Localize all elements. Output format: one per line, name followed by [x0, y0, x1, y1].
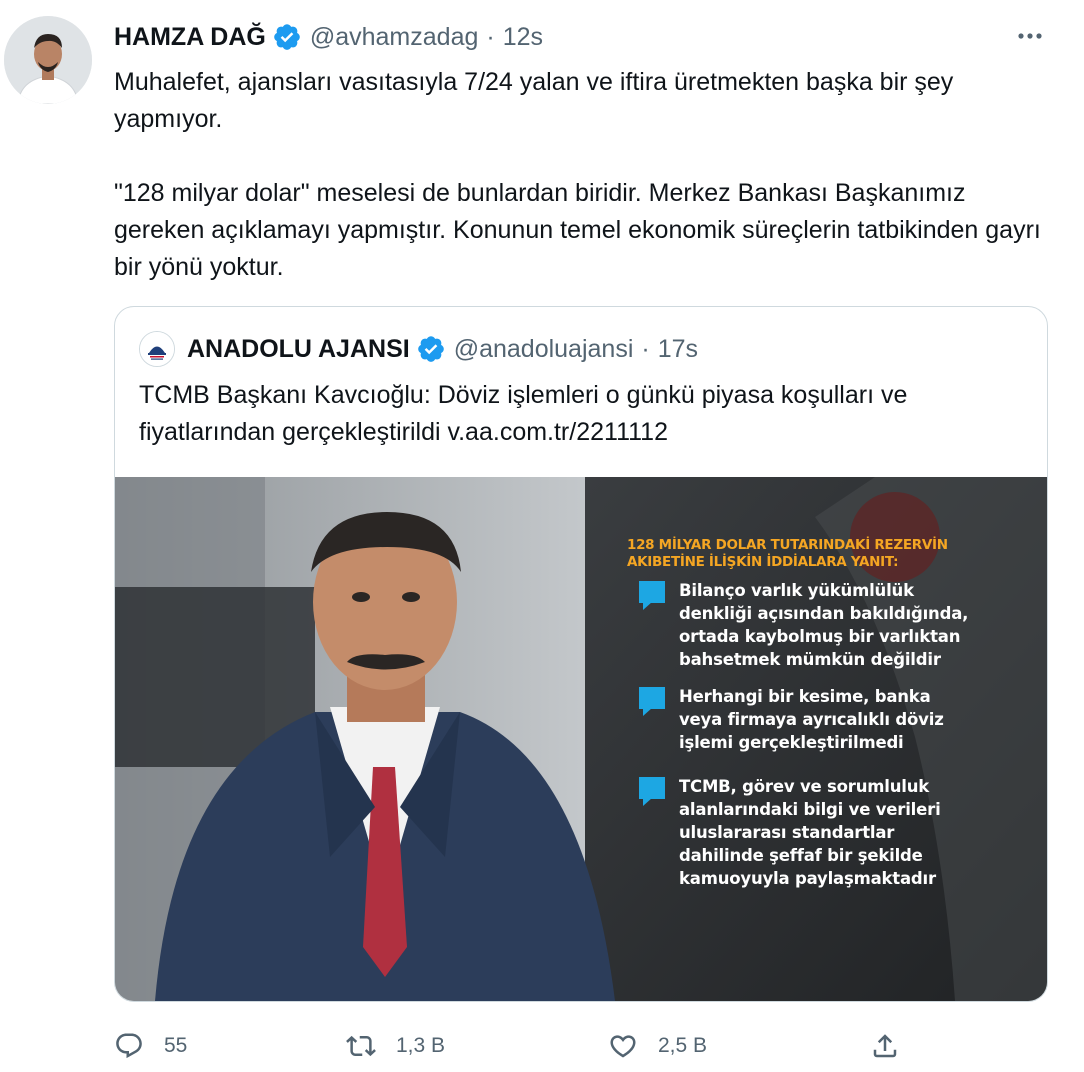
verified-badge-icon — [417, 336, 444, 362]
infographic-item: Bilanço varlık yükümlülük denkliği açısı… — [639, 579, 968, 671]
infographic-item-text: Bilanço varlık yükümlülük denkliği açısı… — [679, 581, 969, 669]
author-name[interactable]: HAMZA DAĞ — [114, 23, 266, 52]
more-icon — [1018, 33, 1042, 39]
infographic-item: Herhangi bir kesime, banka veya firmaya … — [639, 685, 944, 754]
tweet-time[interactable]: 12s — [503, 23, 543, 52]
quoted-tweet-time[interactable]: 17s — [658, 335, 698, 364]
quoted-tweet-text: TCMB Başkanı Kavcıoğlu: Döviz işlemleri … — [139, 381, 915, 446]
retweet-icon — [346, 1035, 376, 1057]
infographic-item-text: Herhangi bir kesime, banka veya firmaya … — [679, 687, 944, 752]
infographic-item: TCMB, görev ve sorumluluk alanlarındaki … — [639, 775, 941, 890]
tweet-text: Muhalefet, ajansları vasıtasıyla 7/24 ya… — [114, 68, 1041, 281]
author-avatar[interactable] — [4, 16, 92, 104]
verified-badge-icon — [274, 24, 300, 50]
speech-bubble-icon — [639, 777, 665, 806]
quoted-author-avatar[interactable] — [139, 331, 175, 367]
retweet-count: 1,3 B — [396, 1034, 446, 1057]
quoted-tweet-header: ANADOLU AJANSI @anadoluajansi · 17s — [139, 329, 698, 369]
infographic-item-text: TCMB, görev ve sorumluluk alanlarındaki … — [679, 777, 941, 888]
anadolu-logo-icon — [140, 332, 174, 366]
reply-icon — [116, 1033, 142, 1059]
avatar-photo — [4, 16, 92, 104]
tweet-actions: 55 1,3 B 2,5 B — [114, 1026, 1054, 1066]
quoted-tweet-image[interactable]: 128 MİLYAR DOLAR TUTARINDAKİ REZERVİN AK… — [115, 477, 1047, 1001]
quoted-author-name[interactable]: ANADOLU AJANSI — [187, 335, 410, 364]
quoted-author-handle[interactable]: @anadoluajansi — [454, 335, 634, 364]
quoted-tweet[interactable]: ANADOLU AJANSI @anadoluajansi · 17s TCMB… — [114, 306, 1048, 1002]
infographic-title: 128 MİLYAR DOLAR TUTARINDAKİ REZERVİN AK… — [627, 537, 948, 570]
infographic-panel: 128 MİLYAR DOLAR TUTARINDAKİ REZERVİN AK… — [627, 537, 1027, 977]
share-button[interactable] — [870, 1026, 920, 1066]
tweet-header: HAMZA DAĞ @avhamzadag · 12s — [114, 20, 543, 54]
like-count: 2,5 B — [658, 1034, 708, 1057]
reply-button[interactable]: 55 — [114, 1026, 187, 1066]
retweet-button[interactable]: 1,3 B — [346, 1026, 445, 1066]
more-button[interactable] — [1008, 26, 1052, 46]
like-button[interactable]: 2,5 B — [608, 1026, 707, 1066]
separator-dot: · — [641, 334, 650, 363]
separator-dot: · — [486, 22, 495, 51]
reply-count: 55 — [164, 1034, 188, 1057]
share-icon — [873, 1034, 897, 1058]
like-icon — [610, 1035, 636, 1058]
speech-bubble-icon — [639, 687, 665, 716]
author-handle[interactable]: @avhamzadag — [310, 23, 479, 52]
speech-bubble-icon — [639, 581, 665, 610]
